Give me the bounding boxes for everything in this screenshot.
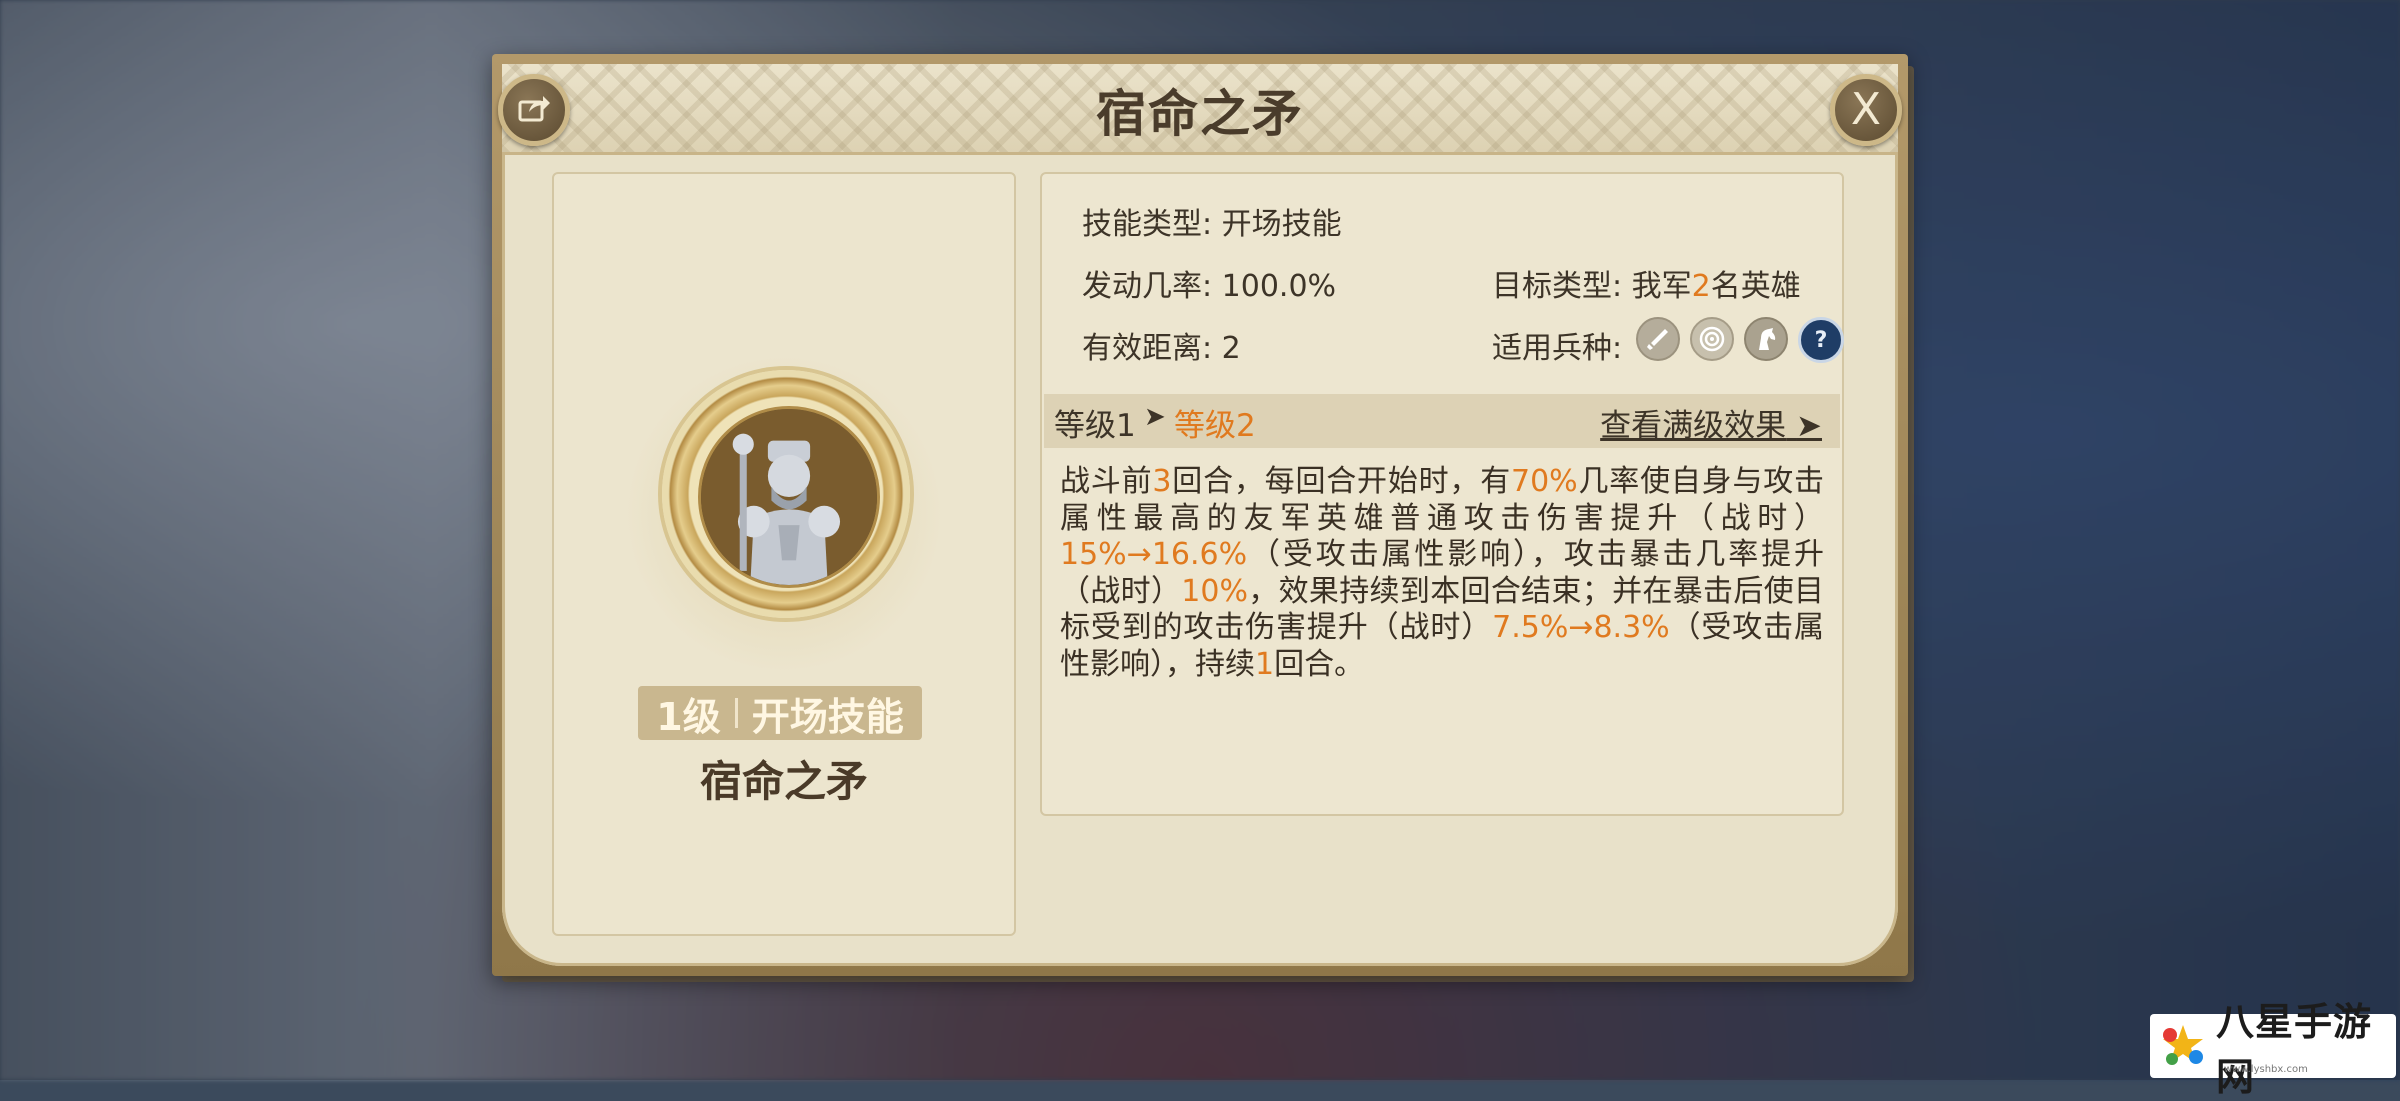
skill-type-label: 技能类型: [1082,207,1213,242]
range-row: 有效距离: 2 [1082,323,1241,367]
trigger-rate-label: 发动几率: [1082,269,1213,304]
desc-value-chance: 70% [1511,464,1578,499]
desc-value-duration: 1 [1255,646,1275,682]
close-button[interactable]: X [1830,74,1902,146]
target-type-row: 目标类型: 我军2名英雄 [1492,261,1801,305]
current-level-label: 等级1 [1054,408,1136,444]
skill-type-tag-text: 开场技能 [751,694,904,739]
skill-portrait-panel: 1级 开场技能 宿命之矛 [552,172,1016,936]
troop-type-icons: ? [1636,317,1844,363]
level-arrow-icon: ➤ [1144,402,1166,432]
trigger-rate-row: 发动几率: 100.0% [1082,261,1336,305]
desc-value-taken: 7.5%→8.3% [1492,610,1670,645]
target-type-label: 目标类型: [1492,269,1623,304]
skill-description: 战斗前3回合，每回合开始时，有70%几率使自身与攻击属性最高的友军英雄普通攻击伤… [1060,464,1824,683]
trigger-rate-value: 100.0% [1221,269,1337,304]
sword-icon[interactable] [1636,317,1680,361]
skill-level-text: 1级 [656,694,721,739]
view-full-level-link[interactable]: 查看满级效果 ➤ [1600,400,1822,445]
range-label: 有效距离: [1082,331,1213,366]
horse-icon[interactable] [1744,317,1788,361]
skill-type-value: 开场技能 [1221,207,1342,242]
title-bar: 宿命之矛 [502,64,1898,155]
knight-portrait-icon [698,406,880,588]
target-count: 2 [1691,269,1711,304]
desc-text-2: 回合，每回合开始时，有 [1171,464,1511,499]
level-tag-divider [734,698,738,728]
watermark-url: www.lyshbx.com [2224,1064,2308,1075]
desc-value-rounds: 3 [1152,464,1172,499]
desc-text-7: 回合。 [1274,646,1365,682]
skill-name: 宿命之矛 [699,757,868,806]
next-level-label: 等级2 [1174,408,1256,444]
skill-detail-dialog: 宿命之矛 X 1级 开场技能 宿命之矛 技能类型: 开场技能 发动几率: 100… [492,54,1914,982]
range-value: 2 [1221,331,1241,366]
troop-types-label: 适用兵种: [1492,331,1623,366]
skill-type-row: 技能类型: 开场技能 [1082,199,1342,243]
bow-target-icon[interactable] [1690,317,1734,361]
desc-text-1: 战斗前 [1060,464,1153,499]
view-full-level-text: 查看满级效果 [1600,408,1787,444]
close-icon: X [1850,84,1882,135]
desc-value-crit: 10% [1181,573,1248,609]
share-button[interactable] [498,74,570,146]
share-icon [517,91,551,129]
target-prefix: 我军 [1631,269,1692,304]
dialog-title: 宿命之矛 [1096,85,1304,143]
question-icon[interactable]: ? [1798,317,1844,363]
level-compare-bar: 等级1 ➤ 等级2 查看满级效果 ➤ [1044,394,1840,448]
target-suffix: 名英雄 [1710,269,1801,304]
site-watermark: 八星手游网 www.lyshbx.com [2150,1000,2396,1099]
watermark-text: 八星手游网 [2216,1000,2373,1099]
desc-value-damage: 15%→16.6% [1060,537,1248,572]
view-full-arrow-icon: ➤ [1796,408,1822,444]
skill-level-tag: 1级 开场技能 [638,686,922,740]
watermark-logo-icon [2158,1021,2208,1071]
skill-info-panel: 技能类型: 开场技能 发动几率: 100.0% 有效距离: 2 目标类型: 我军… [1040,172,1844,816]
skill-portrait-ring [662,370,910,618]
